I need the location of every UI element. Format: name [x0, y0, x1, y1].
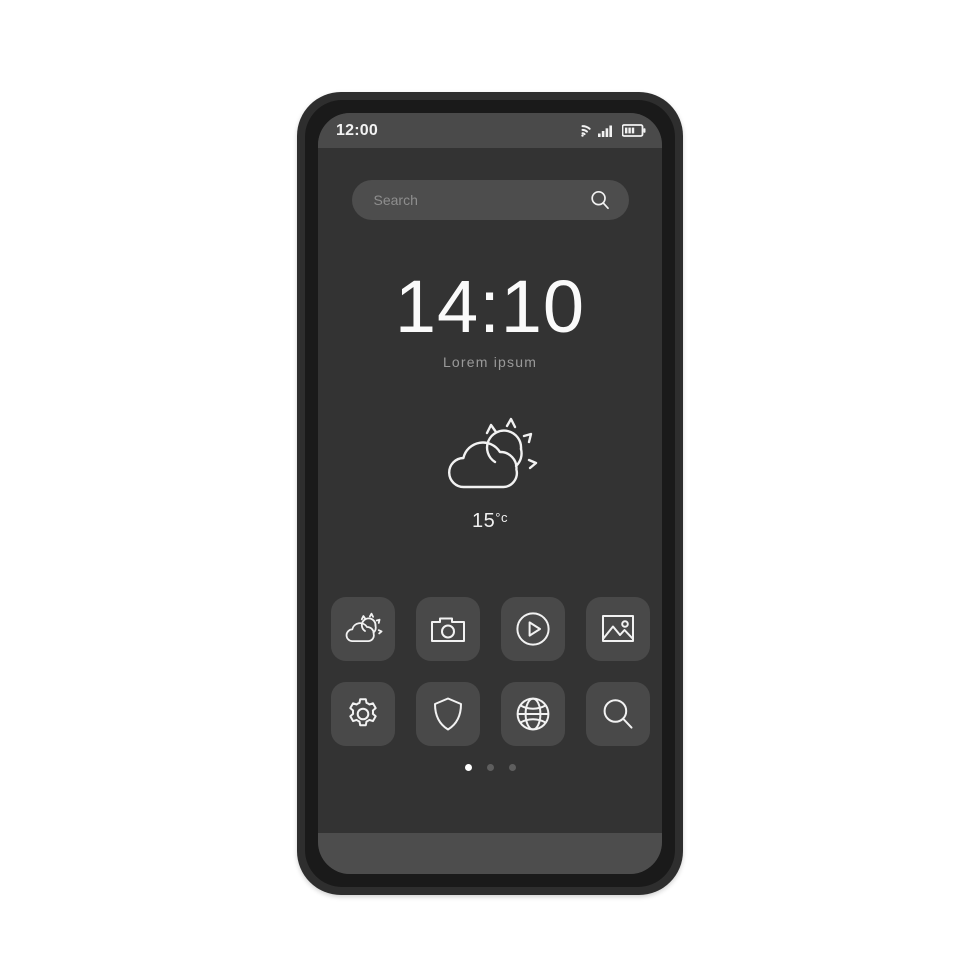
app-tile-weather[interactable]	[330, 597, 395, 662]
search-icon[interactable]	[589, 189, 611, 211]
status-bar-icons	[574, 124, 646, 137]
clock-time: 14:10	[394, 265, 586, 348]
weather-temperature: 15°c	[472, 510, 508, 533]
phone-bezel: 12:00 Search 14:10 Lorem ipsum 15°c	[305, 100, 675, 887]
weather-widget[interactable]: 15°c	[438, 416, 542, 533]
app-tile-settings[interactable]	[330, 682, 395, 747]
app-tile-gallery[interactable]	[585, 597, 650, 662]
clock-widget: 14:10 Lorem ipsum	[394, 265, 586, 371]
sun-behind-cloud-icon	[438, 416, 542, 503]
globe-icon	[515, 696, 551, 732]
app-tile-security[interactable]	[415, 682, 480, 747]
gear-icon	[345, 696, 381, 732]
image-icon	[601, 612, 635, 646]
home-screen-body: Search 14:10 Lorem ipsum 15°c	[318, 148, 662, 833]
shield-icon	[433, 696, 463, 732]
status-bar-time: 12:00	[336, 121, 378, 139]
phone-frame: 12:00 Search 14:10 Lorem ipsum 15°c	[297, 92, 683, 895]
page-dot-3[interactable]	[508, 764, 516, 771]
wifi-icon	[574, 124, 591, 137]
dock-bar	[318, 833, 662, 874]
app-tile-search[interactable]	[585, 682, 650, 747]
screenshot-canvas: 12:00 Search 14:10 Lorem ipsum 15°c	[0, 0, 980, 980]
status-bar: 12:00	[318, 113, 662, 148]
clock-subtitle: Lorem ipsum	[442, 354, 538, 371]
play-circle-icon	[515, 611, 551, 647]
search-icon	[600, 696, 636, 732]
search-placeholder-text: Search	[373, 192, 418, 208]
app-grid	[330, 597, 650, 747]
app-tile-camera[interactable]	[415, 597, 480, 662]
sun-behind-cloud-icon	[342, 612, 384, 646]
page-indicator	[318, 764, 662, 771]
weather-degree-symbol: °c	[495, 510, 508, 526]
camera-icon	[430, 613, 466, 645]
app-tile-video[interactable]	[500, 597, 565, 662]
phone-screen: 12:00 Search 14:10 Lorem ipsum 15°c	[318, 113, 662, 874]
weather-temperature-value: 15	[472, 510, 496, 533]
battery-icon	[622, 124, 646, 137]
search-input[interactable]: Search	[351, 180, 629, 220]
cellular-signal-icon	[598, 124, 615, 137]
page-dot-1[interactable]	[464, 764, 472, 771]
app-tile-browser[interactable]	[500, 682, 565, 747]
page-dot-2[interactable]	[486, 764, 494, 771]
